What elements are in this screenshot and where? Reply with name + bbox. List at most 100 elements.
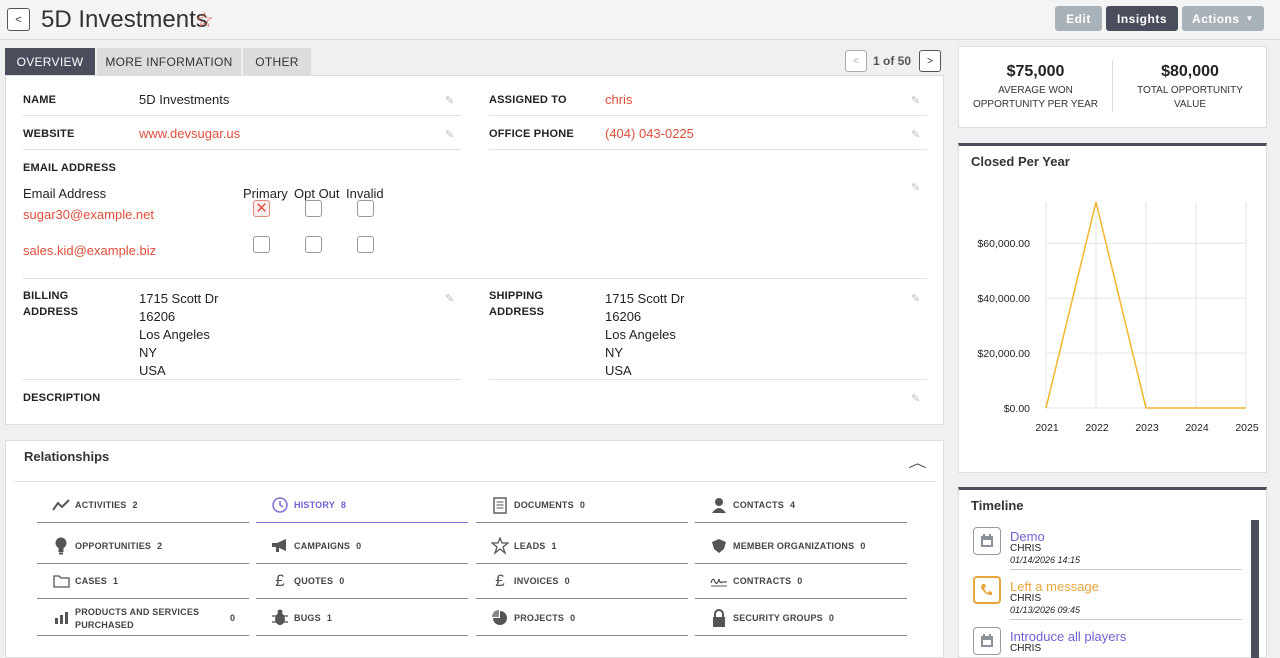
rel-label-text: DOCUMENTS — [514, 500, 574, 510]
lightbulb-icon — [52, 537, 70, 555]
timeline-item-title[interactable]: Introduce all players — [1010, 629, 1126, 644]
relationships-title: Relationships — [24, 449, 110, 464]
optout-checkbox[interactable] — [305, 200, 322, 217]
chevron-up-icon[interactable]: ︿ — [908, 452, 926, 471]
pencil-icon[interactable]: ✎ — [911, 292, 920, 305]
rel-label-text: HISTORY — [294, 500, 335, 510]
invalid-checkbox[interactable] — [357, 200, 374, 217]
rel-count: 0 — [339, 576, 345, 586]
rel-bugs[interactable]: BUGS 1 — [256, 599, 468, 636]
email-link[interactable]: sugar30@example.net — [23, 207, 154, 222]
rel-label: OPPORTUNITIES 2 — [75, 541, 162, 551]
name-label: NAME — [23, 94, 57, 106]
website-label: WEBSITE — [23, 128, 75, 140]
rel-member-organizations[interactable]: MEMBER ORGANIZATIONS 0 — [695, 528, 907, 564]
pencil-icon[interactable]: ✎ — [911, 128, 920, 141]
history-icon — [271, 496, 289, 514]
rel-cases[interactable]: CASES 1 — [37, 563, 249, 599]
stat-label-line: VALUE — [1173, 99, 1207, 110]
rel-label: SECURITY GROUPS 0 — [733, 613, 834, 623]
y-tick-label: $40,000.00 — [977, 293, 1030, 305]
primary-column-header: Primary — [243, 186, 288, 201]
rel-count: 2 — [132, 500, 138, 510]
shield-icon — [710, 537, 728, 555]
website-link[interactable]: www.devsugar.us — [139, 126, 240, 141]
rel-contracts[interactable]: CONTRACTS 0 — [695, 563, 907, 599]
rel-label: LEADS 1 — [514, 541, 557, 551]
tab-overview[interactable]: OVERVIEW — [5, 48, 95, 75]
stat-label-line: OPPORTUNITY PER YEAR — [972, 99, 1099, 110]
timeline-item-title[interactable]: Demo — [1010, 529, 1045, 544]
rel-label: PROJECTS 0 — [514, 613, 575, 623]
invalid-checkbox[interactable] — [357, 236, 374, 253]
rel-label: CONTACTS 4 — [733, 500, 795, 510]
timeline-item-user: CHRIS — [1010, 643, 1042, 654]
rel-label-text: PRODUCTS AND SERVICES — [75, 607, 200, 617]
caret-down-icon: ▼ — [1245, 14, 1254, 23]
rel-activities[interactable]: ACTIVITIES 2 — [37, 487, 249, 523]
billing-address-value: 1715 Scott Dr 16206 Los Angeles NY USA — [139, 290, 219, 380]
rel-projects[interactable]: PROJECTS 0 — [476, 599, 688, 636]
rel-documents[interactable]: DOCUMENTS 0 — [476, 487, 688, 523]
email-section-label: EMAIL ADDRESS — [23, 162, 117, 174]
rel-count: 0 — [356, 541, 362, 551]
address-line: Los Angeles — [605, 327, 676, 342]
rel-products-and-services[interactable]: PRODUCTS AND SERVICES PURCHASED 0 — [37, 599, 249, 636]
rel-opportunities[interactable]: OPPORTUNITIES 2 — [37, 528, 249, 564]
pencil-icon[interactable]: ✎ — [445, 94, 454, 107]
rel-quotes[interactable]: £ QUOTES 0 — [256, 563, 468, 599]
y-tick-label: $60,000.00 — [977, 238, 1030, 250]
timeline-item-title[interactable]: Left a message — [1010, 579, 1099, 594]
tab-more-information[interactable]: MORE INFORMATION — [97, 48, 241, 75]
invalid-column-header: Invalid — [346, 186, 384, 201]
rel-invoices[interactable]: £ INVOICES 0 — [476, 563, 688, 599]
average-won-label: AVERAGE WON OPPORTUNITY PER YEAR — [958, 84, 1113, 112]
phone-icon — [973, 576, 1001, 604]
x-tick-label: 2022 — [1085, 422, 1109, 434]
actions-button[interactable]: Actions ▼ — [1182, 6, 1264, 31]
rel-count: 8 — [340, 500, 347, 510]
rel-label-text: QUOTES — [294, 576, 334, 586]
stat-label-line: TOTAL OPPORTUNITY — [1137, 85, 1243, 96]
rel-label: CAMPAIGNS 0 — [294, 541, 361, 551]
tab-other[interactable]: OTHER — [243, 48, 311, 75]
rel-history[interactable]: HISTORY 8 — [256, 487, 468, 523]
pencil-icon[interactable]: ✎ — [911, 392, 920, 405]
shipping-address-label: SHIPPING ADDRESS — [489, 288, 544, 320]
rel-label: HISTORY 8 — [294, 500, 346, 510]
rel-count: 0 — [579, 500, 586, 510]
assigned-link[interactable]: chris — [605, 92, 632, 107]
rel-campaigns[interactable]: CAMPAIGNS 0 — [256, 528, 468, 564]
stat-label-line: AVERAGE WON — [998, 85, 1073, 96]
office-phone-link[interactable]: (404) 043-0225 — [605, 126, 694, 141]
pencil-icon[interactable]: ✎ — [445, 128, 454, 141]
rel-security-groups[interactable]: SECURITY GROUPS 0 — [695, 599, 907, 636]
rel-count: 0 — [230, 613, 236, 623]
billing-address-label: BILLING ADDRESS — [23, 288, 78, 320]
back-button[interactable]: < — [7, 8, 30, 31]
x-tick-label: 2025 — [1235, 422, 1259, 434]
pencil-icon[interactable]: ✎ — [911, 181, 920, 194]
rel-label-text: ACTIVITIES — [75, 500, 127, 510]
email-link[interactable]: sales.kid@example.biz — [23, 243, 156, 258]
rel-label: CASES 1 — [75, 576, 118, 586]
rel-leads[interactable]: LEADS 1 — [476, 528, 688, 564]
divider — [489, 379, 927, 380]
y-tick-label: $0.00 — [1004, 403, 1030, 415]
lock-icon — [710, 609, 728, 627]
x-tick-label: 2024 — [1185, 422, 1209, 434]
pager-prev-button[interactable]: < — [845, 50, 867, 72]
rel-label-text: CONTACTS — [733, 500, 784, 510]
rel-count: 1 — [326, 613, 333, 623]
pager-next-button[interactable]: > — [919, 50, 941, 72]
insights-button[interactable]: Insights — [1106, 6, 1178, 31]
pencil-icon[interactable]: ✎ — [445, 292, 454, 305]
edit-button[interactable]: Edit — [1055, 6, 1102, 31]
primary-checkbox-checked[interactable]: ✕ — [253, 200, 270, 217]
pencil-icon[interactable]: ✎ — [911, 94, 920, 107]
primary-checkbox[interactable] — [253, 236, 270, 253]
rel-contacts[interactable]: CONTACTS 4 — [695, 487, 907, 523]
timeline-scrollbar[interactable] — [1251, 520, 1259, 658]
star-icon[interactable]: ☆ — [195, 8, 214, 33]
optout-checkbox[interactable] — [305, 236, 322, 253]
